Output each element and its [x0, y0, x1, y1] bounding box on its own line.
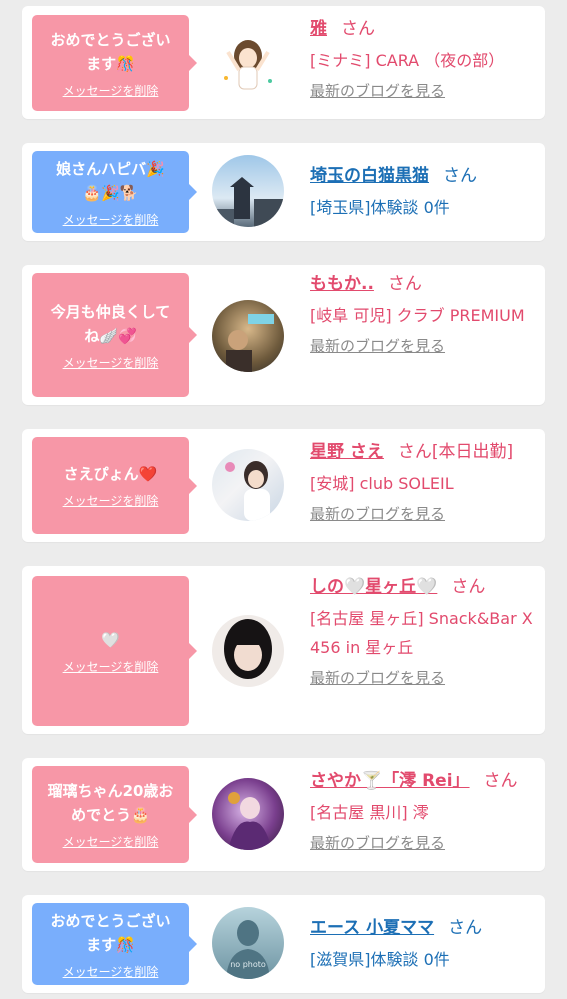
- message-list: おめでとうござい ます🎊 メッセージを削除 雅さん [ミナミ] CARA （夜の…: [0, 0, 567, 999]
- sender-info: ももか.. さん [岐阜 可児] クラブ PREMIUM 最新のブログを見る: [310, 271, 538, 356]
- delete-message-link[interactable]: メッセージを削除: [63, 354, 159, 371]
- message-bubble: さえぴょん❤️ メッセージを削除: [32, 437, 197, 534]
- avatar[interactable]: [212, 300, 284, 372]
- shop-label: [名古屋 黒川] 澪: [310, 803, 429, 822]
- no-photo-caption: no photo: [230, 960, 266, 969]
- message-card: 🤍 メッセージを削除 しの🤍星ヶ丘🤍 さん [名古屋 星ヶ丘] Snack&Bar…: [22, 566, 545, 734]
- honorific: さん: [387, 274, 422, 294]
- blog-link[interactable]: 最新のブログを見る: [310, 80, 538, 101]
- message-card: おめでとうござい ます🎊 メッセージを削除 no photo エース 小夏ママさ…: [22, 895, 545, 993]
- honorific: さん: [443, 166, 477, 186]
- no-photo-silhouette-icon: no photo: [226, 920, 270, 979]
- shop-label: [埼玉県]体験談 0件: [310, 198, 450, 217]
- status-tag: [本日出勤]: [431, 442, 514, 462]
- message-bubble: 娘さんハピバ🎉 🎂🎉🐕 メッセージを削除: [32, 151, 197, 233]
- honorific: さん: [397, 442, 432, 462]
- message-bubble: おめでとうござい ます🎊 メッセージを削除: [32, 15, 197, 111]
- honorific: さん: [448, 918, 483, 938]
- message-bubble: 今月も仲良くして ね🪽💞 メッセージを削除: [32, 273, 197, 397]
- avatar[interactable]: [212, 615, 284, 687]
- message-card: さえぴょん❤️ メッセージを削除 星野 さえ さん[本日出勤] [安城] club…: [22, 429, 545, 542]
- woman-portrait-icon: [224, 619, 272, 679]
- message-text: 🤍: [101, 630, 120, 649]
- club-photo-icon: [226, 314, 274, 372]
- message-text: おめでとうござい ます🎊: [50, 30, 171, 73]
- delete-message-link[interactable]: メッセージを削除: [63, 492, 159, 509]
- purple-costume-icon: [228, 792, 272, 850]
- shop-label: [ミナミ] CARA （夜の部）: [310, 51, 505, 70]
- message-card: 瑠璃ちゃん20歳お めでとう🎂 メッセージを削除 さやか🍸「澪 Rei」 さん […: [22, 758, 545, 871]
- sender-info: しの🤍星ヶ丘🤍 さん [名古屋 星ヶ丘] Snack&Bar X 456 in 星…: [310, 574, 538, 688]
- woman-photo-icon: [225, 461, 270, 521]
- message-card: おめでとうござい ます🎊 メッセージを削除 雅さん [ミナミ] CARA （夜の…: [22, 6, 545, 119]
- avatar[interactable]: [212, 778, 284, 850]
- message-text: 瑠璃ちゃん20歳お めでとう🎂: [47, 782, 174, 824]
- message-text: さえぴょん❤️: [63, 465, 158, 483]
- shop-label: [岐阜 可児] クラブ PREMIUM: [310, 306, 525, 325]
- cheering-girl-icon: [224, 40, 272, 90]
- avatar[interactable]: no photo: [212, 907, 284, 979]
- message-card: 娘さんハピバ🎉 🎂🎉🐕 メッセージを削除 埼玉の白猫黒猫 さん [埼玉県]体験談 …: [22, 143, 545, 241]
- delete-message-link[interactable]: メッセージを削除: [63, 833, 159, 850]
- delete-message-link[interactable]: メッセージを削除: [63, 211, 159, 228]
- message-card: 今月も仲良くして ね🪽💞 メッセージを削除 ももか.. さん [岐阜 可児] クラ…: [22, 265, 545, 405]
- sender-info: 星野 さえ さん[本日出勤] [安城] club SOLEIL 最新のブログを見る: [310, 439, 538, 524]
- blog-link[interactable]: 最新のブログを見る: [310, 832, 538, 853]
- blog-link[interactable]: 最新のブログを見る: [310, 667, 538, 688]
- message-bubble: 🤍 メッセージを削除: [32, 576, 197, 726]
- avatar[interactable]: [212, 26, 284, 98]
- sender-name[interactable]: エース 小夏ママ: [310, 918, 434, 938]
- delete-message-link[interactable]: メッセージを削除: [63, 658, 159, 675]
- delete-message-link[interactable]: メッセージを削除: [63, 82, 159, 99]
- message-bubble: 瑠璃ちゃん20歳お めでとう🎂 メッセージを削除: [32, 766, 197, 863]
- sender-info: 雅さん [ミナミ] CARA （夜の部） 最新のブログを見る: [310, 16, 538, 101]
- sender-name[interactable]: ももか..: [310, 274, 374, 294]
- sender-name[interactable]: 埼玉の白猫黒猫: [310, 166, 429, 186]
- avatar[interactable]: [212, 155, 284, 227]
- sender-info: さやか🍸「澪 Rei」 さん [名古屋 黒川] 澪 最新のブログを見る: [310, 768, 538, 853]
- message-bubble: おめでとうござい ます🎊 メッセージを削除: [32, 903, 197, 985]
- avatar[interactable]: [212, 449, 284, 521]
- delete-message-link[interactable]: メッセージを削除: [63, 963, 159, 980]
- message-text: 今月も仲良くして ね🪽💞: [50, 302, 171, 345]
- sender-info: エース 小夏ママ さん [滋賀県]体験談 0件: [310, 915, 538, 974]
- message-text: 娘さんハピバ🎉 🎂🎉🐕: [56, 159, 165, 202]
- shop-label: [名古屋 星ヶ丘] Snack&Bar X 456 in 星ヶ丘: [310, 609, 533, 657]
- sender-name[interactable]: 星野 さえ: [310, 442, 384, 462]
- sender-info: 埼玉の白猫黒猫 さん [埼玉県]体験談 0件: [310, 163, 538, 222]
- sender-name[interactable]: 雅: [310, 19, 327, 39]
- castle-photo-icon: [212, 177, 284, 227]
- honorific: さん: [483, 771, 518, 791]
- honorific: さん: [451, 577, 486, 597]
- shop-label: [安城] club SOLEIL: [310, 474, 454, 493]
- message-text: おめでとうござい ます🎊: [50, 911, 171, 954]
- shop-label: [滋賀県]体験談 0件: [310, 950, 450, 969]
- honorific: さん: [341, 19, 375, 39]
- sender-name[interactable]: しの🤍星ヶ丘🤍: [310, 577, 437, 597]
- sender-name[interactable]: さやか🍸「澪 Rei」: [310, 771, 470, 791]
- blog-link[interactable]: 最新のブログを見る: [310, 335, 538, 356]
- blog-link[interactable]: 最新のブログを見る: [310, 503, 538, 524]
